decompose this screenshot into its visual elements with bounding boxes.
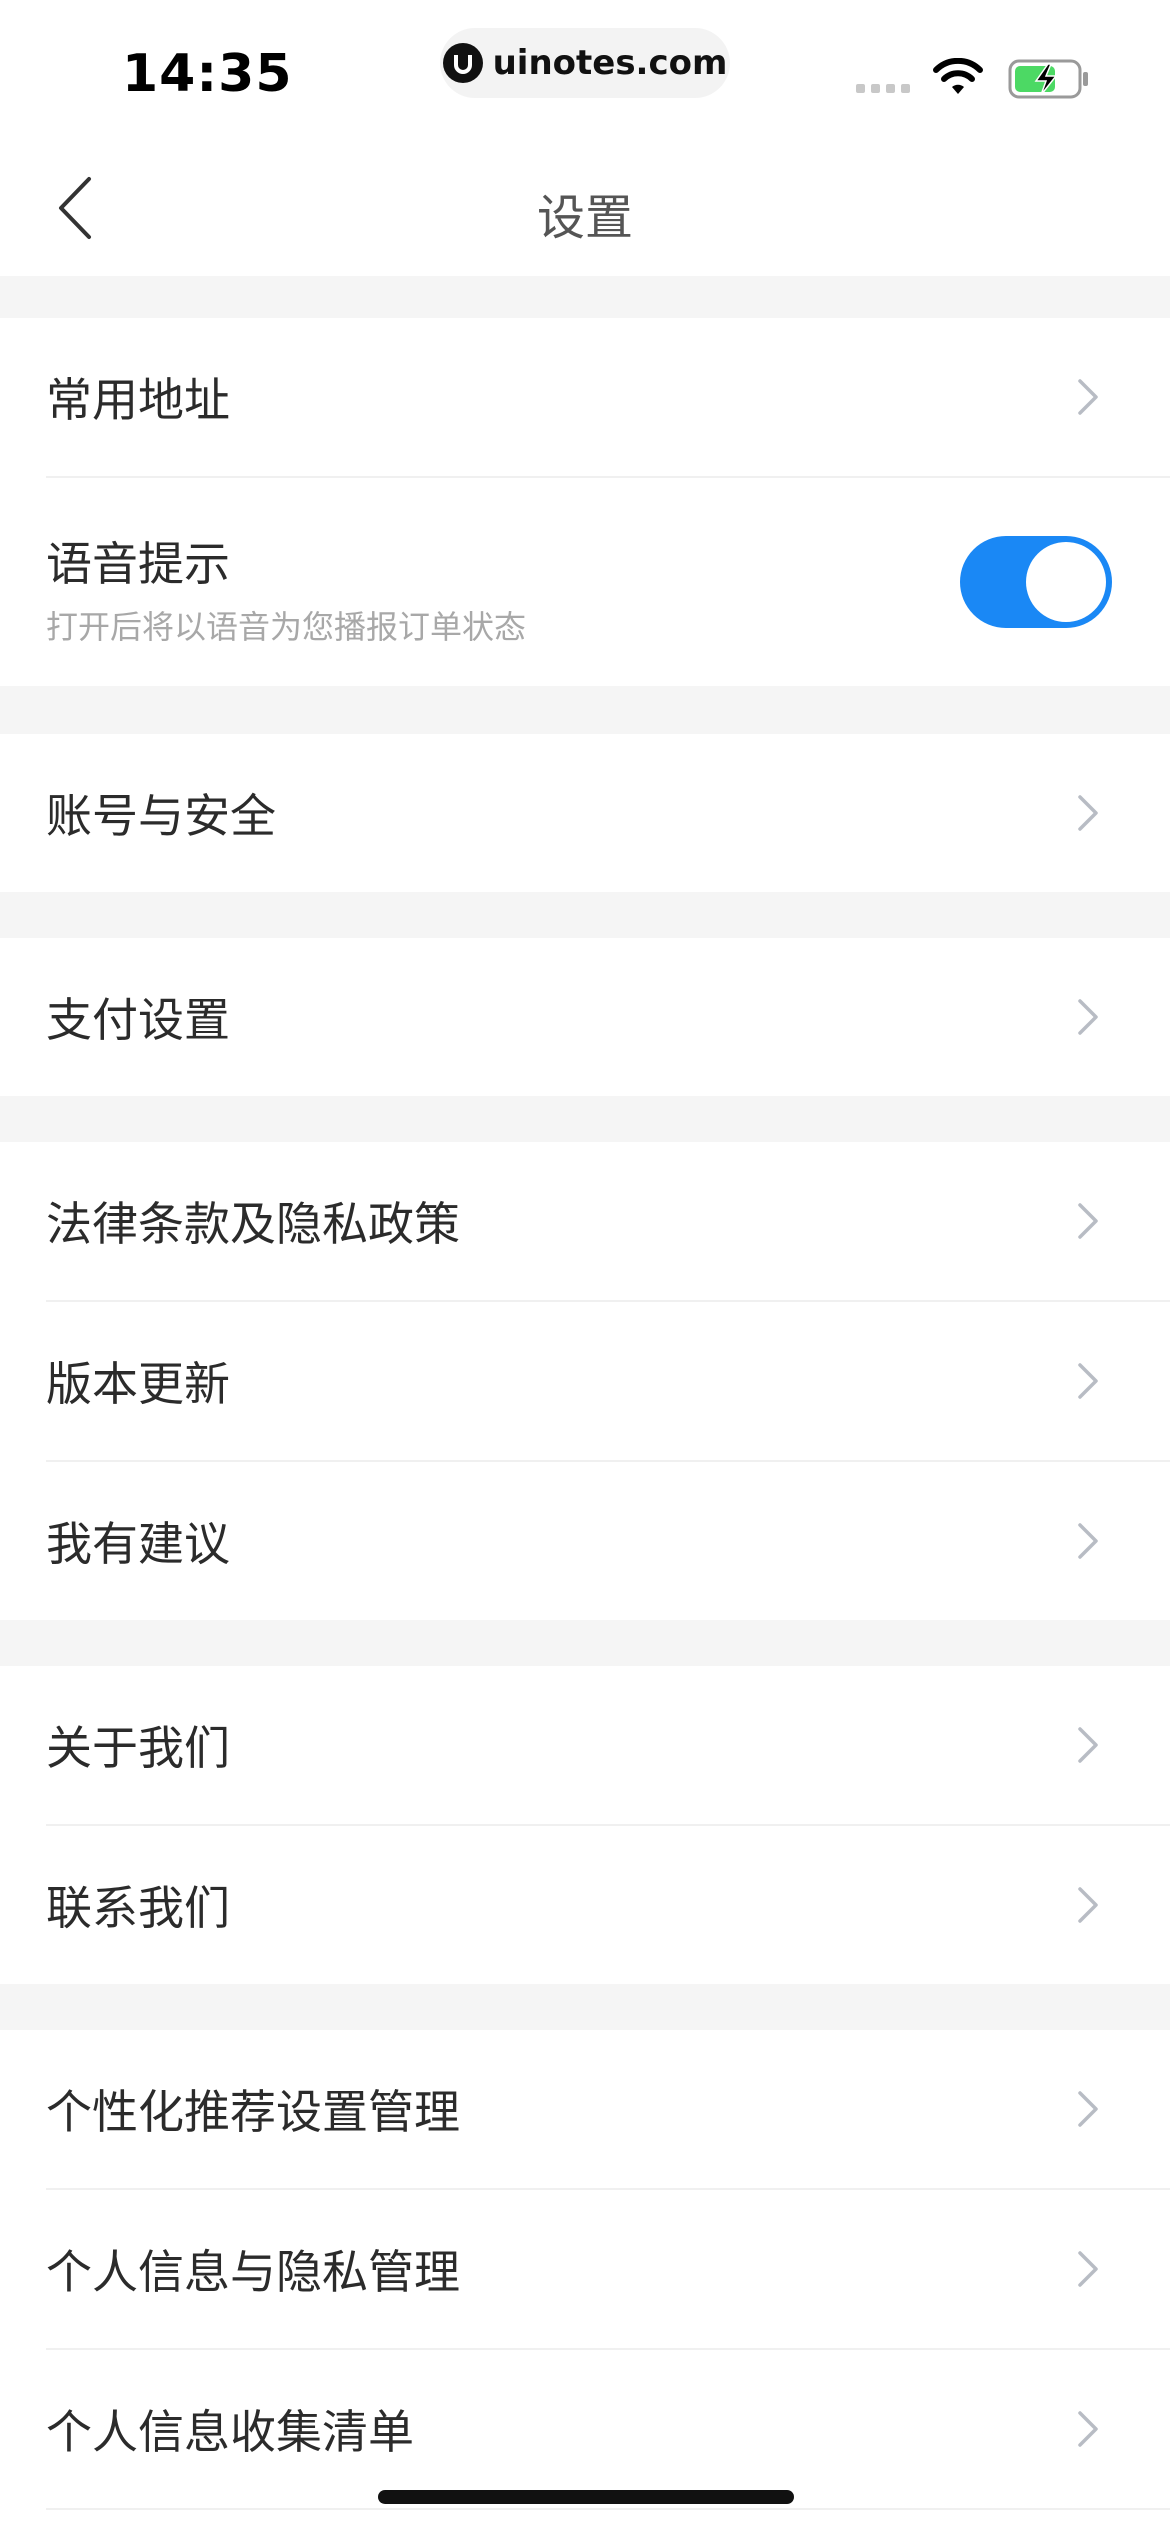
row-legal-privacy[interactable]: 法律条款及隐私政策 <box>0 1142 1170 1300</box>
status-bar: 14:35 uinotes.com <box>0 0 1170 140</box>
row-voice-prompt: 语音提示 打开后将以语音为您播报订单状态 <box>0 478 1170 686</box>
row-suggestions[interactable]: 我有建议 <box>0 1462 1170 1620</box>
row-about-us[interactable]: 关于我们 <box>0 1666 1170 1824</box>
site-logo-icon <box>442 43 483 83</box>
row-personal-info-privacy[interactable]: 个人信息与隐私管理 <box>0 2190 1170 2348</box>
row-label: 联系我们 <box>46 1881 230 1935</box>
url-pill[interactable]: uinotes.com <box>440 28 730 98</box>
row-common-address[interactable]: 常用地址 <box>0 318 1170 476</box>
row-label: 版本更新 <box>46 1357 230 1411</box>
row-version-update[interactable]: 版本更新 <box>0 1302 1170 1460</box>
row-label: 我有建议 <box>46 1517 230 1571</box>
row-label: 支付设置 <box>46 993 230 1047</box>
row-label: 个人信息与隐私管理 <box>46 2245 460 2299</box>
divider <box>46 2508 1170 2510</box>
url-text: uinotes.com <box>492 43 728 83</box>
row-label: 个性化推荐设置管理 <box>46 2085 460 2139</box>
row-contact-us[interactable]: 联系我们 <box>0 1826 1170 1984</box>
toggle-knob <box>1026 542 1106 622</box>
chevron-right-icon <box>1078 379 1098 415</box>
voice-prompt-toggle[interactable] <box>960 536 1112 628</box>
row-label: 法律条款及隐私政策 <box>46 1197 460 1251</box>
group-personal-info: 个性化推荐设置管理 个人信息与隐私管理 个人信息收集清单 <box>0 2030 1170 2510</box>
nav-bar: 设置 <box>0 140 1170 276</box>
row-personalized-recommendation[interactable]: 个性化推荐设置管理 <box>0 2030 1170 2188</box>
chevron-right-icon <box>1078 1523 1098 1559</box>
home-indicator[interactable] <box>378 2490 794 2504</box>
row-payment-settings[interactable]: 支付设置 <box>0 938 1170 1096</box>
voice-prompt-title: 语音提示 <box>46 537 230 591</box>
section-gap <box>0 686 1170 734</box>
group-account: 账号与安全 <box>0 734 1170 892</box>
group-about: 关于我们 联系我们 <box>0 1666 1170 1984</box>
voice-prompt-subtitle: 打开后将以语音为您播报订单状态 <box>46 608 527 646</box>
chevron-right-icon <box>1078 2411 1098 2447</box>
group-payment: 支付设置 <box>0 938 1170 1096</box>
row-label: 关于我们 <box>46 1721 230 1775</box>
row-account-security[interactable]: 账号与安全 <box>0 734 1170 892</box>
section-gap <box>0 276 1170 318</box>
group-legal: 法律条款及隐私政策 版本更新 我有建议 <box>0 1142 1170 1620</box>
section-gap <box>0 1620 1170 1666</box>
chevron-right-icon <box>1078 2251 1098 2287</box>
settings-list: 常用地址 语音提示 打开后将以语音为您播报订单状态 账号与安全 支付设置 法律条… <box>0 276 1170 2510</box>
chevron-right-icon <box>1078 999 1098 1035</box>
row-personal-info-list[interactable]: 个人信息收集清单 <box>0 2350 1170 2508</box>
chevron-right-icon <box>1078 1887 1098 1923</box>
row-label: 个人信息收集清单 <box>46 2405 414 2459</box>
section-gap <box>0 1096 1170 1142</box>
chevron-right-icon <box>1078 1203 1098 1239</box>
page-title: 设置 <box>536 190 633 246</box>
section-gap <box>0 892 1170 938</box>
chevron-right-icon <box>1078 2091 1098 2127</box>
battery-charging-icon <box>1008 59 1088 99</box>
row-label: 账号与安全 <box>46 789 276 843</box>
chevron-right-icon <box>1078 1727 1098 1763</box>
status-time: 14:35 <box>122 44 293 104</box>
chevron-right-icon <box>1078 795 1098 831</box>
chevron-right-icon <box>1078 1363 1098 1399</box>
signal-icon <box>856 84 910 93</box>
row-label: 常用地址 <box>46 373 230 427</box>
section-gap <box>0 1984 1170 2030</box>
group-address-voice: 常用地址 语音提示 打开后将以语音为您播报订单状态 <box>0 318 1170 686</box>
wifi-icon <box>933 58 983 94</box>
